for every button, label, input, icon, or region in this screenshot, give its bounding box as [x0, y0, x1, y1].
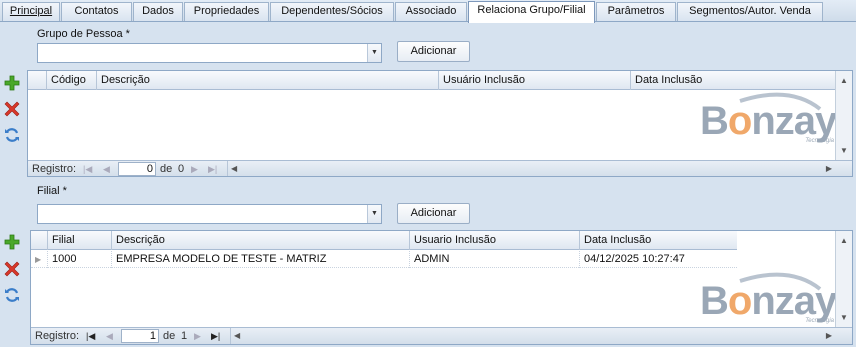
tab-bar: Principal Contatos Dados Propriedades De…: [0, 0, 856, 23]
grupo-vscroll[interactable]: ▲ ▼: [835, 71, 852, 161]
tab-principal[interactable]: Principal: [2, 2, 60, 21]
scroll-down-icon[interactable]: ▼: [836, 143, 852, 159]
row-indicator-icon: ▶: [35, 255, 42, 264]
last-record-icon[interactable]: ▶|: [211, 328, 220, 344]
col-data-inclusao[interactable]: Data Inclusão: [630, 71, 836, 90]
tab-label: Dependentes/Sócios: [281, 5, 383, 17]
col-codigo[interactable]: Código: [46, 71, 97, 90]
chevron-down-icon[interactable]: ▼: [367, 205, 381, 223]
col-descricao[interactable]: Descrição: [111, 231, 409, 250]
filial-label: Filial *: [37, 185, 67, 197]
cell-usuario: ADMIN: [409, 251, 579, 268]
nav-label: Registro:: [35, 330, 80, 342]
cell-data: 04/12/2025 10:27:47: [579, 251, 737, 268]
scroll-up-icon[interactable]: ▲: [836, 73, 852, 89]
grid-header: Código Descrição Usuário Inclusão Data I…: [28, 71, 836, 90]
next-record-icon[interactable]: ▶: [194, 328, 201, 344]
tab-contatos[interactable]: Contatos: [61, 2, 132, 21]
col-data-inclusao[interactable]: Data Inclusão: [579, 231, 737, 250]
tab-label: Relaciona Grupo/Filial: [477, 4, 586, 16]
prev-record-icon[interactable]: ◀: [106, 328, 113, 344]
grupo-add-button[interactable]: Adicionar: [397, 41, 470, 62]
record-current[interactable]: 0: [118, 162, 156, 176]
remove-icon[interactable]: [3, 260, 21, 278]
tab-content: Grupo de Pessoa * ▼ Adicionar Código Des…: [0, 22, 856, 347]
col-filial[interactable]: Filial: [47, 231, 112, 250]
tab-dados[interactable]: Dados: [133, 2, 183, 21]
next-record-icon[interactable]: ▶: [191, 161, 198, 176]
grupo-label: Grupo de Pessoa *: [37, 28, 130, 40]
remove-icon[interactable]: [3, 100, 21, 118]
grupo-navigator: Registro: |◀ ◀ 0 de 0 ▶ ▶| ◀ ▶: [28, 160, 852, 176]
scroll-right-icon[interactable]: ▶: [826, 161, 832, 176]
record-total: 0: [178, 163, 185, 175]
tab-label: Contatos: [74, 5, 119, 17]
tab-propriedades[interactable]: Propriedades: [184, 2, 269, 21]
prev-record-icon[interactable]: ◀: [103, 161, 110, 176]
cell-filial: 1000: [47, 251, 112, 268]
grupo-hscroll[interactable]: ◀ ▶: [227, 161, 835, 176]
tab-label: Segmentos/Autor. Venda: [689, 5, 811, 17]
tab-associado[interactable]: Associado: [395, 2, 467, 21]
col-usuario-inclusao[interactable]: Usuario Inclusão: [409, 231, 579, 250]
chevron-down-icon[interactable]: ▼: [367, 44, 381, 62]
refresh-icon[interactable]: [3, 126, 21, 144]
tab-parametros[interactable]: Parâmetros: [596, 2, 676, 21]
refresh-icon[interactable]: [3, 286, 21, 304]
filial-vscroll[interactable]: ▲ ▼: [835, 231, 852, 328]
grupo-grid: Código Descrição Usuário Inclusão Data I…: [27, 70, 853, 177]
first-record-icon[interactable]: |◀: [86, 328, 95, 344]
scroll-up-icon[interactable]: ▲: [836, 233, 852, 249]
record-total: 1: [181, 330, 188, 342]
tab-label: Principal: [9, 5, 53, 17]
first-record-icon[interactable]: |◀: [83, 161, 92, 176]
tab-label: Propriedades: [193, 5, 260, 17]
tab-segmentos-autor-venda[interactable]: Segmentos/Autor. Venda: [677, 2, 823, 21]
filial-combo[interactable]: ▼: [37, 204, 382, 224]
last-record-icon[interactable]: ▶|: [208, 161, 217, 176]
grid-header: Filial Descrição Usuario Inclusão Data I…: [31, 231, 737, 250]
tab-label: Associado: [405, 5, 457, 17]
scroll-left-icon[interactable]: ◀: [234, 328, 240, 344]
scroll-left-icon[interactable]: ◀: [231, 161, 237, 176]
add-icon[interactable]: [3, 74, 21, 92]
add-icon[interactable]: [3, 233, 21, 251]
col-descricao[interactable]: Descrição: [96, 71, 440, 90]
filial-hscroll[interactable]: ◀ ▶: [230, 328, 835, 344]
tab-label: Dados: [142, 5, 174, 17]
tab-dependentes-socios[interactable]: Dependentes/Sócios: [270, 2, 394, 21]
filial-navigator: Registro: |◀ ◀ 1 de 1 ▶ ▶| ◀ ▶: [31, 327, 852, 344]
bonzay-logo: Bonzay Tecnologia: [700, 269, 840, 329]
bonzay-logo: Bonzay Tecnologia: [700, 89, 840, 149]
filial-add-button[interactable]: Adicionar: [397, 203, 470, 224]
tab-label: Parâmetros: [607, 5, 665, 17]
table-row[interactable]: ▶ 1000 EMPRESA MODELO DE TESTE - MATRIZ …: [31, 251, 737, 268]
tab-relaciona-grupo-filial[interactable]: Relaciona Grupo/Filial: [468, 1, 595, 23]
filial-grid: Filial Descrição Usuario Inclusão Data I…: [30, 230, 853, 345]
nav-of: de: [160, 163, 173, 175]
grupo-combo[interactable]: ▼: [37, 43, 382, 63]
scroll-right-icon[interactable]: ▶: [826, 328, 832, 344]
col-usuario-inclusao[interactable]: Usuário Inclusão: [438, 71, 630, 90]
nav-label: Registro:: [32, 163, 77, 175]
nav-of: de: [163, 330, 176, 342]
cell-descricao: EMPRESA MODELO DE TESTE - MATRIZ: [111, 251, 409, 268]
scroll-down-icon[interactable]: ▼: [836, 310, 852, 326]
record-current[interactable]: 1: [121, 329, 159, 343]
